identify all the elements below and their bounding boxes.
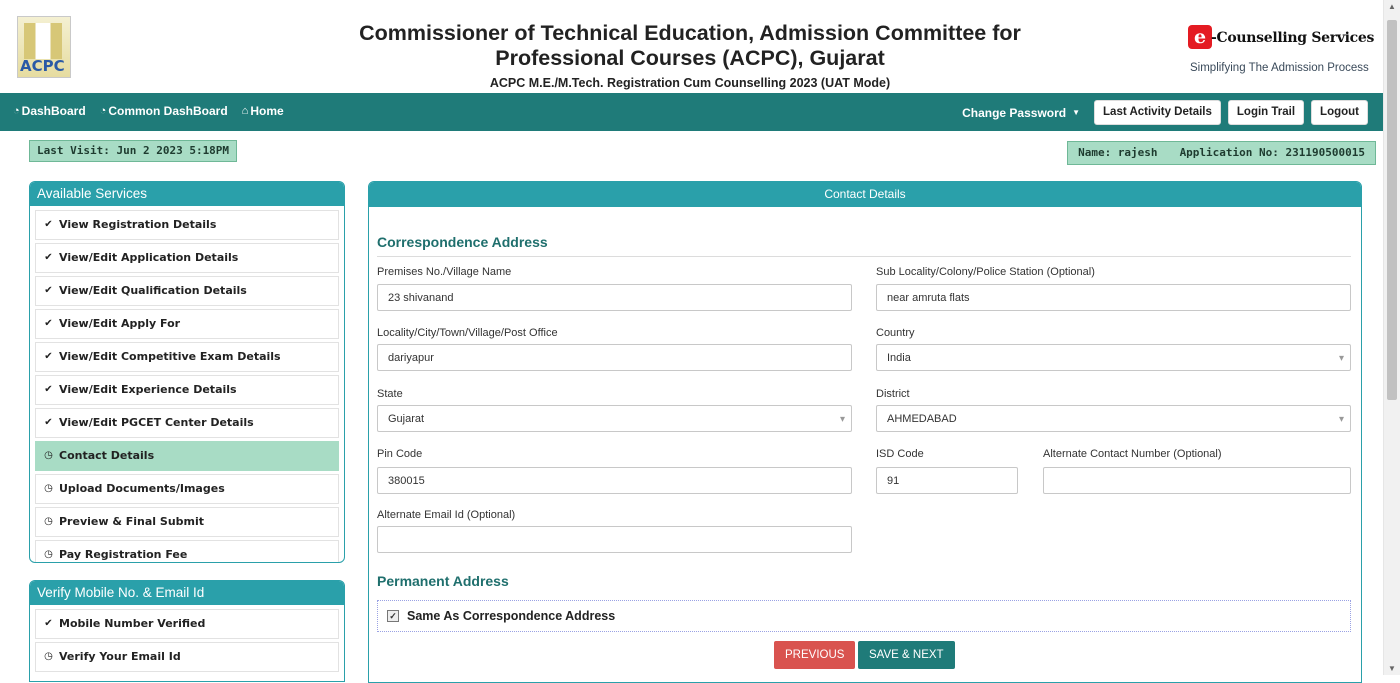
acpc-logo-text: ACPC bbox=[20, 57, 65, 75]
applicant-info-badge: Name: rajesh Application No: 23119050001… bbox=[1067, 141, 1376, 165]
dashboard-icon: ◔ bbox=[99, 105, 107, 117]
service-edit-apply-for[interactable]: ✔ View/Edit Apply For bbox=[35, 309, 339, 339]
district-label: District bbox=[876, 388, 910, 400]
check-circle-icon: ✔ bbox=[44, 285, 53, 296]
caret-down-icon: ▼ bbox=[1072, 108, 1081, 117]
login-trail-button[interactable]: Login Trail bbox=[1227, 100, 1305, 125]
sublocality-input[interactable]: near amruta flats bbox=[876, 284, 1351, 311]
alt-contact-label: Alternate Contact Number (Optional) bbox=[1043, 448, 1222, 460]
state-label: State bbox=[377, 388, 403, 400]
top-navbar: ◔ DashBoard ◔ Common DashBoard ⌂ Home Chang… bbox=[0, 93, 1384, 131]
e-counselling-tagline: Simplifying The Admission Process bbox=[1190, 62, 1369, 74]
premises-input[interactable]: 23 shivanand bbox=[377, 284, 852, 311]
nav-dashboard[interactable]: ◔ DashBoard bbox=[13, 104, 86, 118]
check-circle-icon: ✔ bbox=[44, 219, 53, 230]
logout-button[interactable]: Logout bbox=[1311, 100, 1368, 125]
available-services-panel: Available Services ✔ View Registration De… bbox=[29, 181, 345, 563]
contact-details-title: Contact Details bbox=[369, 182, 1361, 207]
state-select[interactable]: Gujarat bbox=[377, 405, 852, 433]
country-select[interactable]: India bbox=[876, 344, 1351, 372]
service-edit-competitive-exam[interactable]: ✔ View/Edit Competitive Exam Details bbox=[35, 342, 339, 372]
alt-contact-input[interactable] bbox=[1043, 467, 1351, 494]
service-edit-pgcet-center[interactable]: ✔ View/Edit PGCET Center Details bbox=[35, 408, 339, 438]
clock-icon: ◷ bbox=[44, 483, 53, 494]
verify-panel: Verify Mobile No. & Email Id ✔ Mobile Num… bbox=[29, 580, 345, 682]
service-contact-details[interactable]: ◷ Contact Details bbox=[35, 441, 339, 471]
e-counselling-name: -Counselling Services bbox=[1211, 30, 1375, 46]
check-circle-icon: ✔ bbox=[44, 351, 53, 362]
nav-home[interactable]: ⌂ Home bbox=[242, 104, 284, 118]
alt-email-label: Alternate Email Id (Optional) bbox=[377, 509, 516, 521]
clock-icon: ◷ bbox=[44, 549, 53, 560]
scrollbar-thumb[interactable] bbox=[1387, 20, 1397, 400]
check-circle-icon: ✔ bbox=[44, 252, 53, 263]
sublocality-label: Sub Locality/Colony/Police Station (Opti… bbox=[876, 266, 1095, 278]
alt-email-input[interactable] bbox=[377, 526, 852, 553]
service-edit-experience[interactable]: ✔ View/Edit Experience Details bbox=[35, 375, 339, 405]
permanent-address-heading: Permanent Address bbox=[377, 573, 509, 589]
clock-icon: ◷ bbox=[44, 450, 53, 461]
save-next-button[interactable]: SAVE & NEXT bbox=[858, 641, 955, 669]
service-view-registration[interactable]: ✔ View Registration Details bbox=[35, 210, 339, 240]
locality-label: Locality/City/Town/Village/Post Office bbox=[377, 327, 558, 339]
page-title: Commissioner of Technical Education, Adm… bbox=[330, 21, 1050, 90]
e-logo-icon: e bbox=[1188, 25, 1212, 49]
country-label: Country bbox=[876, 327, 915, 339]
isd-code-input[interactable]: 91 bbox=[876, 467, 1018, 494]
verify-title: Verify Mobile No. & Email Id bbox=[30, 581, 344, 605]
service-pay-fee[interactable]: ◷ Pay Registration Fee bbox=[35, 540, 339, 562]
clock-icon: ◷ bbox=[44, 516, 53, 527]
applicant-name: Name: rajesh bbox=[1078, 146, 1158, 159]
check-circle-icon: ✔ bbox=[44, 417, 53, 428]
same-as-correspondence-label: Same As Correspondence Address bbox=[407, 609, 616, 623]
service-edit-application[interactable]: ✔ View/Edit Application Details bbox=[35, 243, 339, 273]
pincode-input[interactable]: 380015 bbox=[377, 467, 852, 494]
same-as-correspondence-row[interactable]: ✓ Same As Correspondence Address bbox=[377, 600, 1351, 632]
previous-button[interactable]: PREVIOUS bbox=[774, 641, 856, 669]
change-password-dropdown[interactable]: Change Password ▼ bbox=[962, 106, 1080, 120]
pincode-label: Pin Code bbox=[377, 448, 423, 460]
dashboard-icon: ◔ bbox=[13, 105, 20, 117]
locality-input[interactable]: dariyapur bbox=[377, 344, 852, 371]
title-line-2: Professional Courses (ACPC), Gujarat bbox=[495, 46, 885, 70]
verify-email[interactable]: ◷ Verify Your Email Id bbox=[35, 642, 339, 672]
correspondence-address-heading: Correspondence Address bbox=[377, 234, 1351, 257]
service-preview-submit[interactable]: ◷ Preview & Final Submit bbox=[35, 507, 339, 537]
check-circle-icon: ✔ bbox=[44, 618, 53, 629]
premises-label: Premises No./Village Name bbox=[377, 266, 512, 278]
nav-common-dashboard[interactable]: ◔ Common DashBoard bbox=[100, 104, 228, 118]
home-icon: ⌂ bbox=[241, 105, 249, 117]
page-subtitle: ACPC M.E./M.Tech. Registration Cum Couns… bbox=[489, 76, 891, 90]
service-edit-qualification[interactable]: ✔ View/Edit Qualification Details bbox=[35, 276, 339, 306]
contact-details-panel: Contact Details Correspondence Address P… bbox=[368, 181, 1362, 683]
isd-code-label: ISD Code bbox=[876, 448, 924, 460]
page-scrollbar[interactable]: ▲ ▼ bbox=[1383, 0, 1400, 675]
available-services-title: Available Services bbox=[30, 182, 344, 206]
last-activity-button[interactable]: Last Activity Details bbox=[1094, 100, 1221, 125]
title-line-1: Commissioner of Technical Education, Adm… bbox=[359, 21, 1021, 45]
scroll-down-icon[interactable]: ▼ bbox=[1384, 664, 1400, 673]
check-circle-icon: ✔ bbox=[44, 384, 53, 395]
verify-mobile[interactable]: ✔ Mobile Number Verified bbox=[35, 609, 339, 639]
scroll-up-icon[interactable]: ▲ bbox=[1384, 2, 1400, 11]
clock-icon: ◷ bbox=[44, 651, 53, 662]
check-circle-icon: ✔ bbox=[44, 318, 53, 329]
district-select[interactable]: AHMEDABAD bbox=[876, 405, 1351, 433]
acpc-logo: ACPC bbox=[17, 16, 71, 78]
application-number: Application No: 231190500015 bbox=[1179, 146, 1365, 159]
service-upload-documents[interactable]: ◷ Upload Documents/Images bbox=[35, 474, 339, 504]
last-visit-badge: Last Visit: Jun 2 2023 5:18PM bbox=[29, 140, 238, 162]
page-header: ACPC Commissioner of Technical Education… bbox=[0, 0, 1384, 93]
checkbox-checked-icon[interactable]: ✓ bbox=[387, 610, 399, 622]
